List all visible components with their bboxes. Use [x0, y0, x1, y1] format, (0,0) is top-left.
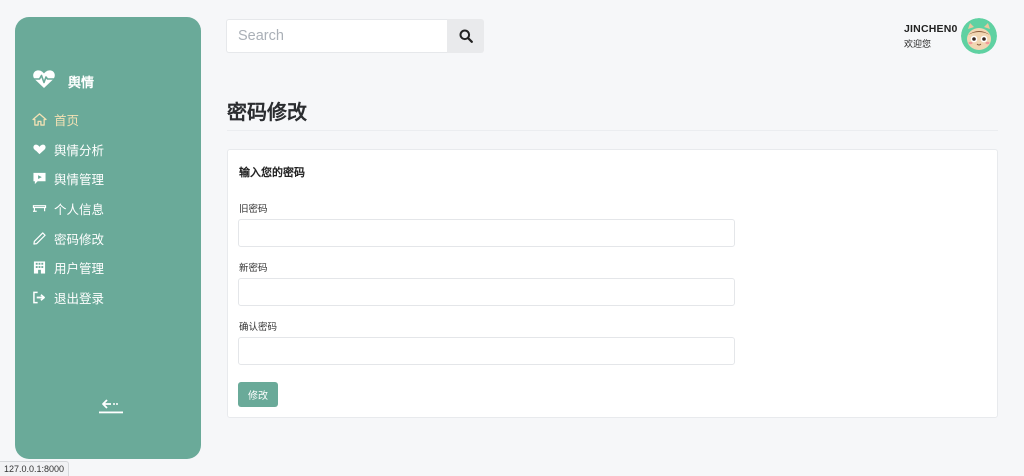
brand[interactable]: 舆情	[32, 69, 94, 94]
new-password-label: 新密码	[239, 263, 268, 274]
sidebar-item-label: 密码修改	[54, 232, 105, 247]
user-greeting: 欢迎您	[904, 39, 932, 49]
sidebar-item-label: 用户管理	[54, 262, 105, 277]
avatar[interactable]	[961, 18, 997, 54]
divider	[227, 130, 998, 131]
sidebar-item-logout[interactable]: 退出登录	[31, 283, 191, 313]
user-name: JINCHEN0	[904, 23, 958, 35]
sidebar-item-label: 舆情分析	[54, 143, 105, 158]
sidebar-item-password[interactable]: 密码修改	[31, 223, 191, 253]
sidebar-item-analysis[interactable]: 舆情分析	[31, 135, 191, 165]
password-form-card: 输入您的密码 旧密码 新密码 确认密码 修改	[227, 149, 998, 418]
form-title: 输入您的密码	[239, 167, 305, 179]
pencil-icon	[31, 231, 47, 245]
confirm-password-label: 确认密码	[239, 322, 278, 333]
sidebar-item-profile[interactable]: 个人信息	[31, 194, 191, 224]
collapse-arrow-icon	[99, 399, 123, 414]
sidebar-item-management[interactable]: 舆情管理	[31, 164, 191, 194]
sidebar-item-label: 退出登录	[54, 291, 105, 306]
old-password-field[interactable]	[238, 219, 735, 247]
sidebar-nav: 首页 舆情分析 舆情管理 个人信息 密码修改 用户管理 退出登录	[31, 105, 191, 312]
id-card-icon	[31, 202, 47, 216]
sign-out-icon	[31, 290, 47, 304]
sidebar-item-users[interactable]: 用户管理	[31, 253, 191, 283]
status-url: 127.0.0.1:8000	[0, 461, 70, 476]
confirm-password-field[interactable]	[238, 337, 735, 365]
old-password-label: 旧密码	[239, 204, 268, 215]
page-title: 密码修改	[227, 102, 307, 124]
sidebar-item-label: 个人信息	[54, 203, 105, 218]
search-icon	[459, 29, 473, 43]
building-icon	[31, 261, 47, 275]
sidebar: 舆情 首页 舆情分析 舆情管理 个人信息 密码修改 用户管理 退出登录	[15, 17, 201, 459]
search-bar	[226, 19, 484, 53]
heartbeat-icon	[32, 69, 56, 94]
brand-name: 舆情	[68, 75, 95, 90]
user-info: JINCHEN0 欢迎您	[904, 23, 958, 50]
submit-button[interactable]: 修改	[238, 382, 278, 407]
new-password-field[interactable]	[238, 278, 735, 306]
home-icon	[31, 113, 47, 127]
avatar-image	[961, 18, 997, 54]
sidebar-item-home[interactable]: 首页	[31, 105, 191, 135]
sidebar-item-label: 首页	[54, 114, 80, 129]
heart-hand-icon	[31, 142, 47, 156]
video-comment-icon	[31, 172, 47, 186]
sidebar-item-label: 舆情管理	[54, 173, 105, 188]
sidebar-collapse-button[interactable]	[98, 397, 124, 415]
search-button[interactable]	[447, 19, 484, 53]
search-input[interactable]	[226, 19, 447, 53]
